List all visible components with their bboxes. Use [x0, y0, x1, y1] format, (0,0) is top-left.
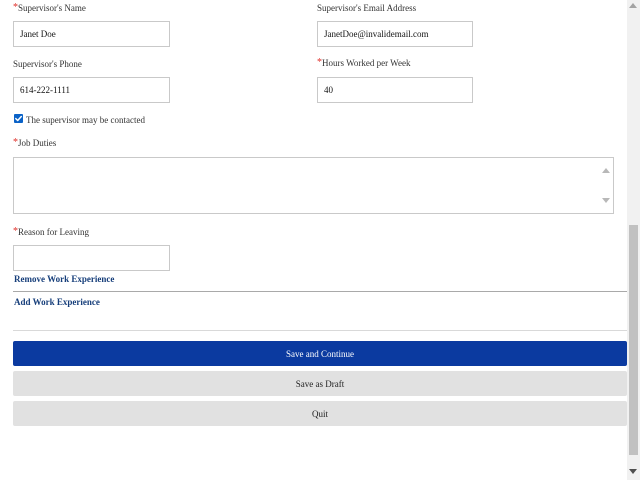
supervisor-name-label: *Supervisor's Name [13, 2, 86, 14]
supervisor-email-value: JanetDoe@invalidemail.com [324, 29, 429, 39]
hours-worked-label-text: Hours Worked per Week [322, 58, 411, 68]
quit-button[interactable]: Quit [13, 401, 627, 426]
scroll-down-arrow-icon[interactable] [629, 469, 637, 474]
checkmark-icon [15, 115, 23, 122]
supervisor-email-input[interactable]: JanetDoe@invalidemail.com [317, 21, 473, 47]
required-marker: * [13, 137, 18, 148]
may-contact-label: The supervisor may be contacted [26, 115, 145, 125]
hours-worked-value: 40 [324, 85, 333, 95]
supervisor-phone-label: Supervisor's Phone [13, 59, 82, 69]
scroll-down-icon[interactable] [602, 198, 610, 203]
application-form: *Supervisor's Name Janet Doe Supervisor'… [0, 0, 627, 480]
reason-leaving-input[interactable] [13, 245, 170, 271]
scrollbar-thumb[interactable] [629, 225, 638, 455]
required-marker: * [317, 57, 322, 68]
scroll-up-arrow-icon[interactable] [629, 3, 637, 8]
supervisor-email-label: Supervisor's Email Address [317, 3, 417, 13]
required-marker: * [13, 226, 18, 237]
section-divider [13, 291, 627, 292]
hours-worked-label: *Hours Worked per Week [317, 57, 411, 69]
job-duties-textarea[interactable] [13, 157, 614, 214]
required-marker: * [13, 2, 18, 13]
job-duties-label-text: Job Duties [18, 138, 57, 148]
supervisor-name-value: Janet Doe [20, 29, 56, 39]
reason-leaving-label-text: Reason for Leaving [18, 227, 89, 237]
scroll-up-icon[interactable] [602, 168, 610, 173]
job-duties-label: *Job Duties [13, 137, 57, 149]
page-scrollbar[interactable] [627, 0, 640, 480]
supervisor-phone-value: 614-222-1111 [20, 85, 70, 95]
supervisor-name-input[interactable]: Janet Doe [13, 21, 170, 47]
remove-work-experience-link[interactable]: Remove Work Experience [14, 274, 114, 284]
supervisor-name-label-text: Supervisor's Name [18, 3, 86, 13]
actions-divider [13, 330, 627, 331]
supervisor-phone-input[interactable]: 614-222-1111 [13, 77, 170, 103]
save-continue-button[interactable]: Save and Continue [13, 341, 627, 366]
add-work-experience-link[interactable]: Add Work Experience [14, 297, 100, 307]
hours-worked-input[interactable]: 40 [317, 77, 473, 103]
save-draft-button[interactable]: Save as Draft [13, 371, 627, 396]
textarea-scrollbar[interactable] [599, 158, 613, 213]
reason-leaving-label: *Reason for Leaving [13, 226, 89, 238]
may-contact-checkbox[interactable] [14, 114, 23, 123]
